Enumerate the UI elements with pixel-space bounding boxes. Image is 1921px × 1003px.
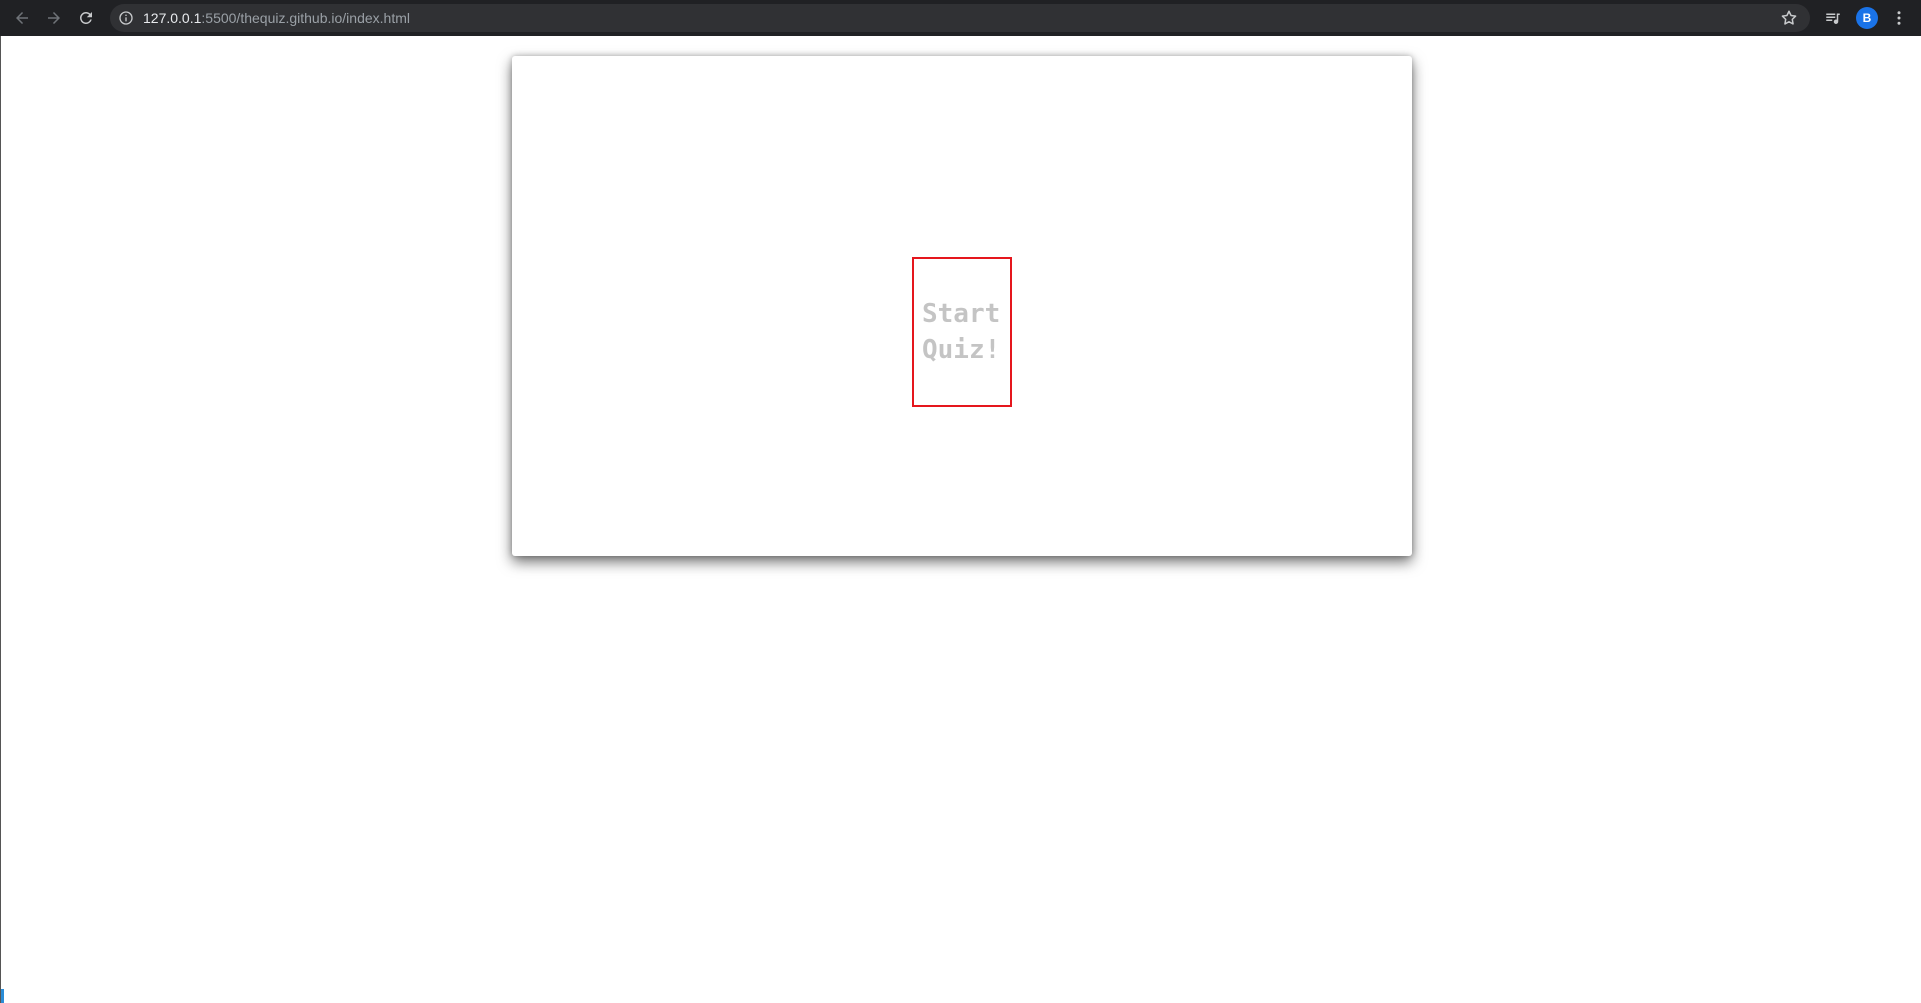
- reload-icon: [79, 11, 92, 24]
- media-control-button[interactable]: [1822, 7, 1844, 29]
- corner-indicator: [1, 989, 4, 1003]
- browser-toolbar: 127.0.0.1:5500/thequiz.github.io/index.h…: [0, 0, 1921, 36]
- page-viewport: Start Quiz!: [0, 36, 1921, 1003]
- url-path: :5500/thequiz.github.io/index.html: [201, 10, 410, 26]
- reload-button[interactable]: [74, 6, 98, 30]
- browser-menu-button[interactable]: [1888, 7, 1910, 29]
- back-button[interactable]: [10, 6, 34, 30]
- star-icon[interactable]: [1780, 9, 1798, 27]
- profile-avatar[interactable]: B: [1856, 7, 1878, 29]
- url-host: 127.0.0.1: [143, 10, 202, 26]
- kebab-menu-icon: [1897, 11, 1901, 25]
- forward-button[interactable]: [42, 6, 66, 30]
- address-bar[interactable]: 127.0.0.1:5500/thequiz.github.io/index.h…: [110, 4, 1810, 32]
- quiz-card: Start Quiz!: [512, 56, 1412, 556]
- back-arrow-icon: [16, 12, 28, 24]
- url-text[interactable]: 127.0.0.1:5500/thequiz.github.io/index.h…: [143, 10, 410, 26]
- start-quiz-button[interactable]: Start Quiz!: [912, 257, 1012, 407]
- media-queue-icon: [1826, 13, 1840, 24]
- info-icon[interactable]: [118, 10, 134, 26]
- forward-arrow-icon: [48, 12, 60, 24]
